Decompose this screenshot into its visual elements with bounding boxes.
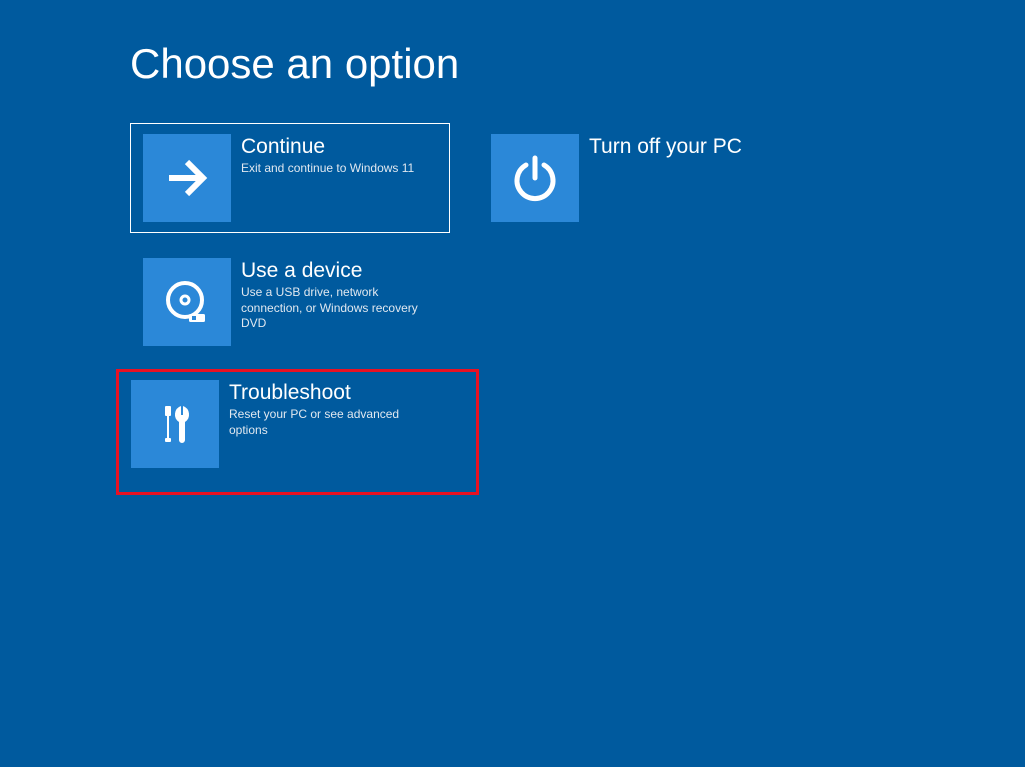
troubleshoot-option[interactable]: Troubleshoot Reset your PC or see advanc… bbox=[131, 380, 464, 468]
continue-text: Continue Exit and continue to Windows 11 bbox=[231, 134, 414, 177]
options-row-2: Use a device Use a USB drive, network co… bbox=[130, 247, 1025, 357]
troubleshoot-desc: Reset your PC or see advanced options bbox=[229, 407, 429, 438]
options-row-1: Continue Exit and continue to Windows 11… bbox=[130, 123, 1025, 233]
turnoff-icon-box bbox=[491, 134, 579, 222]
arrow-right-icon bbox=[159, 150, 215, 206]
disc-device-icon bbox=[159, 274, 215, 330]
use-device-text: Use a device Use a USB drive, network co… bbox=[231, 258, 437, 332]
power-icon bbox=[507, 150, 563, 206]
recovery-options-screen: Choose an option Continue Exit and conti… bbox=[0, 0, 1025, 495]
use-device-option[interactable]: Use a device Use a USB drive, network co… bbox=[130, 247, 450, 357]
continue-desc: Exit and continue to Windows 11 bbox=[241, 161, 414, 177]
options-grid: Continue Exit and continue to Windows 11… bbox=[130, 123, 1025, 495]
use-device-title: Use a device bbox=[241, 258, 437, 283]
continue-title: Continue bbox=[241, 134, 414, 159]
use-device-desc: Use a USB drive, network connection, or … bbox=[241, 285, 437, 332]
options-row-3: Troubleshoot Reset your PC or see advanc… bbox=[116, 369, 1025, 495]
troubleshoot-title: Troubleshoot bbox=[229, 380, 429, 405]
tools-icon bbox=[147, 396, 203, 452]
turnoff-text: Turn off your PC bbox=[579, 134, 742, 161]
use-device-icon-box bbox=[143, 258, 231, 346]
continue-option[interactable]: Continue Exit and continue to Windows 11 bbox=[130, 123, 450, 233]
page-title: Choose an option bbox=[130, 40, 1025, 88]
turnoff-option[interactable]: Turn off your PC bbox=[478, 123, 798, 233]
annotation-highlight: Troubleshoot Reset your PC or see advanc… bbox=[116, 369, 479, 495]
continue-icon-box bbox=[143, 134, 231, 222]
turnoff-title: Turn off your PC bbox=[589, 134, 742, 159]
troubleshoot-icon-box bbox=[131, 380, 219, 468]
troubleshoot-text: Troubleshoot Reset your PC or see advanc… bbox=[219, 380, 429, 438]
